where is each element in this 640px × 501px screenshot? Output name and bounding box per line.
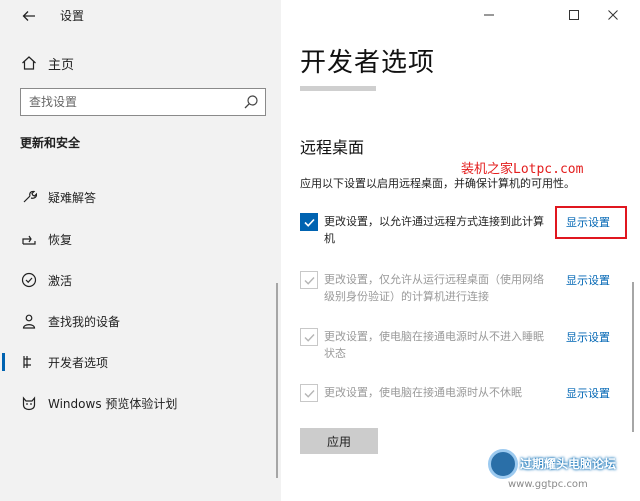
option-label: 更改设置，使电脑在接通电源时从不进入睡眠状态 [324, 330, 544, 360]
sidebar-item-developer-options[interactable]: 开发者选项 [0, 347, 281, 377]
back-button[interactable] [18, 6, 40, 26]
show-settings-link[interactable]: 显示设置 [566, 272, 610, 288]
show-settings-link[interactable]: 显示设置 [566, 385, 610, 401]
sidebar-scrollbar[interactable] [276, 283, 278, 478]
checkmark-icon [304, 389, 315, 398]
minimize-button[interactable] [478, 5, 500, 25]
close-icon [608, 10, 618, 20]
highlight-box [555, 206, 627, 239]
recovery-icon [20, 230, 38, 248]
sidebar-item-label: 恢复 [48, 232, 73, 247]
option-checkbox[interactable] [300, 271, 318, 289]
checkmark-icon [304, 276, 315, 285]
cat-icon [20, 394, 38, 412]
apply-button[interactable]: 应用 [300, 428, 378, 454]
sidebar-item-windows-insider[interactable]: Windows 预览体验计划 [0, 388, 281, 418]
sidebar-item-activation[interactable]: 激活 [0, 265, 281, 295]
search-icon[interactable] [243, 94, 259, 110]
developer-icon [20, 353, 38, 371]
forum-watermark: 过期耀头电脑论坛 www.ggtpc.com [488, 445, 628, 493]
section-description: 应用以下设置以启用远程桌面，并确保计算机的可用性。 [300, 177, 575, 190]
title-bar: 设置 [0, 0, 281, 32]
sidebar-section-title: 更新和安全 [20, 136, 81, 150]
sidebar-item-find-my-device[interactable]: 查找我的设备 [0, 306, 281, 336]
option-checkbox[interactable] [300, 384, 318, 402]
settings-search[interactable] [20, 88, 266, 116]
close-button[interactable] [602, 5, 624, 25]
wrench-icon [20, 188, 38, 206]
sidebar-item-label: 开发者选项 [48, 355, 109, 370]
check-circle-icon [20, 271, 38, 289]
option-label: 更改设置，仅允许从运行远程桌面（使用网络级别身份验证）的计算机进行连接 [324, 273, 544, 303]
home-icon [22, 56, 36, 70]
watermark-title: 过期耀头电脑论坛 [520, 457, 617, 471]
sidebar-item-troubleshoot[interactable]: 疑难解答 [0, 182, 281, 212]
sidebar-item-label: 激活 [48, 273, 73, 288]
maximize-icon [569, 10, 579, 20]
developer-options-page: 开发者选项 远程桌面 装机之家Lotpc.com 应用以下设置以启用远程桌面，并… [281, 0, 640, 501]
settings-sidebar: 设置 主页 更新和安全 疑难解答 恢复 激活 查找我的设备 开发者选项 Wind… [0, 0, 281, 501]
page-title: 开发者选项 [300, 48, 436, 78]
window-title: 设置 [60, 9, 85, 23]
checkmark-icon [303, 218, 315, 227]
option-checkbox[interactable] [300, 328, 318, 346]
show-settings-link[interactable]: 显示设置 [566, 329, 610, 345]
title-underline [300, 86, 376, 91]
option-label: 更改设置，使电脑在接通电源时从不休眠 [324, 386, 522, 399]
sidebar-item-label: 查找我的设备 [48, 314, 121, 329]
option-label: 更改设置，以允许通过远程方式连接到此计算机 [324, 215, 544, 245]
watermark-logo [488, 449, 518, 479]
sidebar-home-label: 主页 [48, 57, 75, 73]
search-input[interactable] [21, 89, 231, 115]
content-scrollbar[interactable] [632, 282, 634, 432]
sidebar-item-label: Windows 预览体验计划 [48, 396, 178, 411]
sidebar-home-link[interactable]: 主页 [20, 52, 74, 74]
option-checkbox[interactable] [300, 213, 318, 231]
maximize-button[interactable] [563, 5, 585, 25]
checkmark-icon [304, 333, 315, 342]
active-indicator [2, 353, 5, 371]
sidebar-item-recovery[interactable]: 恢复 [0, 224, 281, 254]
minimize-icon [484, 14, 494, 16]
section-title-remote-desktop: 远程桌面 [300, 138, 365, 157]
arrow-left-icon [22, 11, 35, 21]
watermark-url: www.ggtpc.com [508, 479, 588, 490]
person-location-icon [20, 312, 38, 330]
sidebar-item-label: 疑难解答 [48, 190, 97, 205]
